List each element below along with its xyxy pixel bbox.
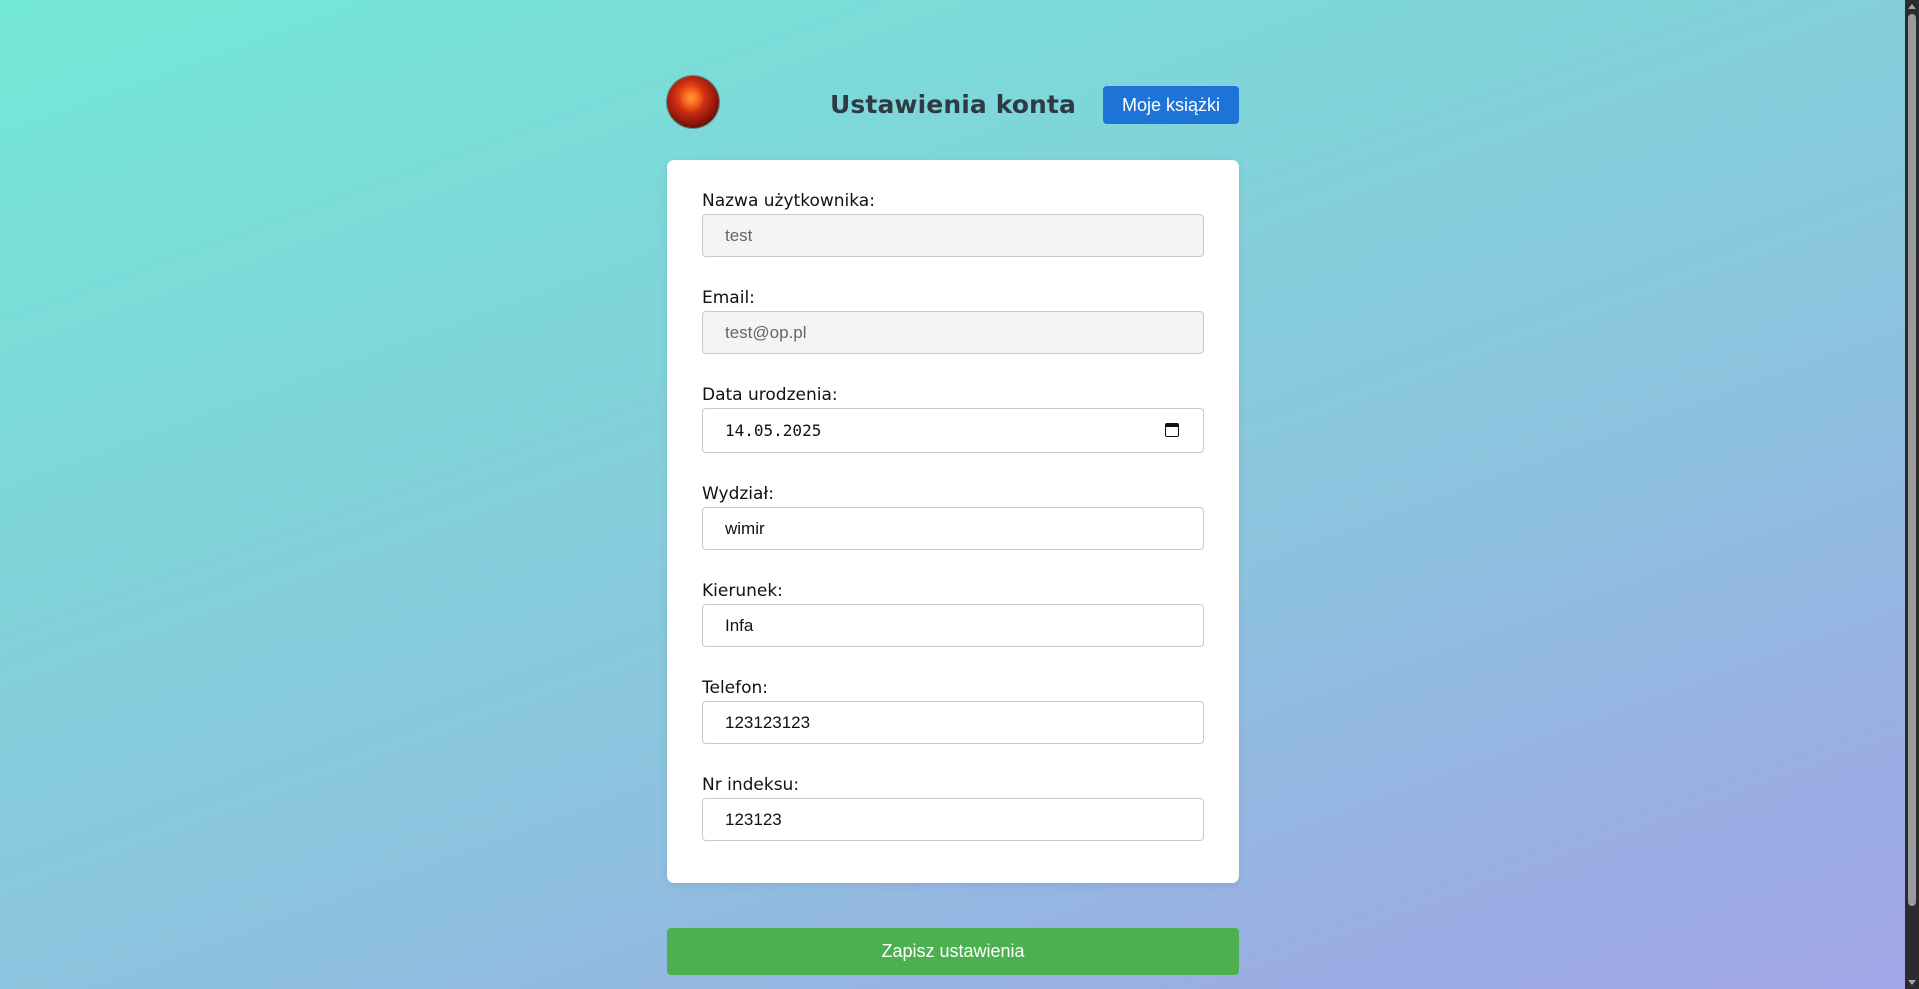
username-input[interactable] xyxy=(702,214,1204,257)
faculty-label: Wydział: xyxy=(702,484,774,504)
vertical-scrollbar[interactable] xyxy=(1905,0,1919,989)
scroll-thumb[interactable] xyxy=(1908,14,1916,906)
index-number-input[interactable] xyxy=(702,798,1204,841)
account-settings-page: Ustawienia konta Moje książki Nazwa użyt… xyxy=(0,0,1905,989)
scroll-down-arrow-icon[interactable] xyxy=(1908,980,1916,985)
phone-label: Telefon: xyxy=(702,678,769,698)
birth-date-value: 14.05.2025 xyxy=(725,421,822,440)
scroll-up-arrow-icon[interactable] xyxy=(1908,4,1916,9)
username-label: Nazwa użytkownika: xyxy=(702,191,875,211)
save-settings-button[interactable]: Zapisz ustawienia xyxy=(667,928,1239,975)
email-input[interactable] xyxy=(702,311,1204,354)
header: Ustawienia konta Moje książki xyxy=(667,76,1239,132)
major-field-group: Kierunek: xyxy=(702,581,1204,647)
birth-date-field-group: Data urodzenia: 14.05.2025 xyxy=(702,385,1204,453)
username-field-group: Nazwa użytkownika: xyxy=(702,191,1204,257)
my-books-button[interactable]: Moje książki xyxy=(1103,86,1239,124)
faculty-input[interactable] xyxy=(702,507,1204,550)
major-input[interactable] xyxy=(702,604,1204,647)
birth-date-label: Data urodzenia: xyxy=(702,385,838,405)
email-label: Email: xyxy=(702,288,755,308)
settings-form-card: Nazwa użytkownika: Email: Data urodzenia… xyxy=(667,160,1239,883)
phone-input[interactable] xyxy=(702,701,1204,744)
index-number-label: Nr indeksu: xyxy=(702,775,800,795)
major-label: Kierunek: xyxy=(702,581,783,601)
email-field-group: Email: xyxy=(702,288,1204,354)
calendar-icon[interactable] xyxy=(1165,423,1179,437)
faculty-field-group: Wydział: xyxy=(702,484,1204,550)
index-number-field-group: Nr indeksu: xyxy=(702,775,1204,841)
phone-field-group: Telefon: xyxy=(702,678,1204,744)
birth-date-input[interactable]: 14.05.2025 xyxy=(702,408,1204,453)
